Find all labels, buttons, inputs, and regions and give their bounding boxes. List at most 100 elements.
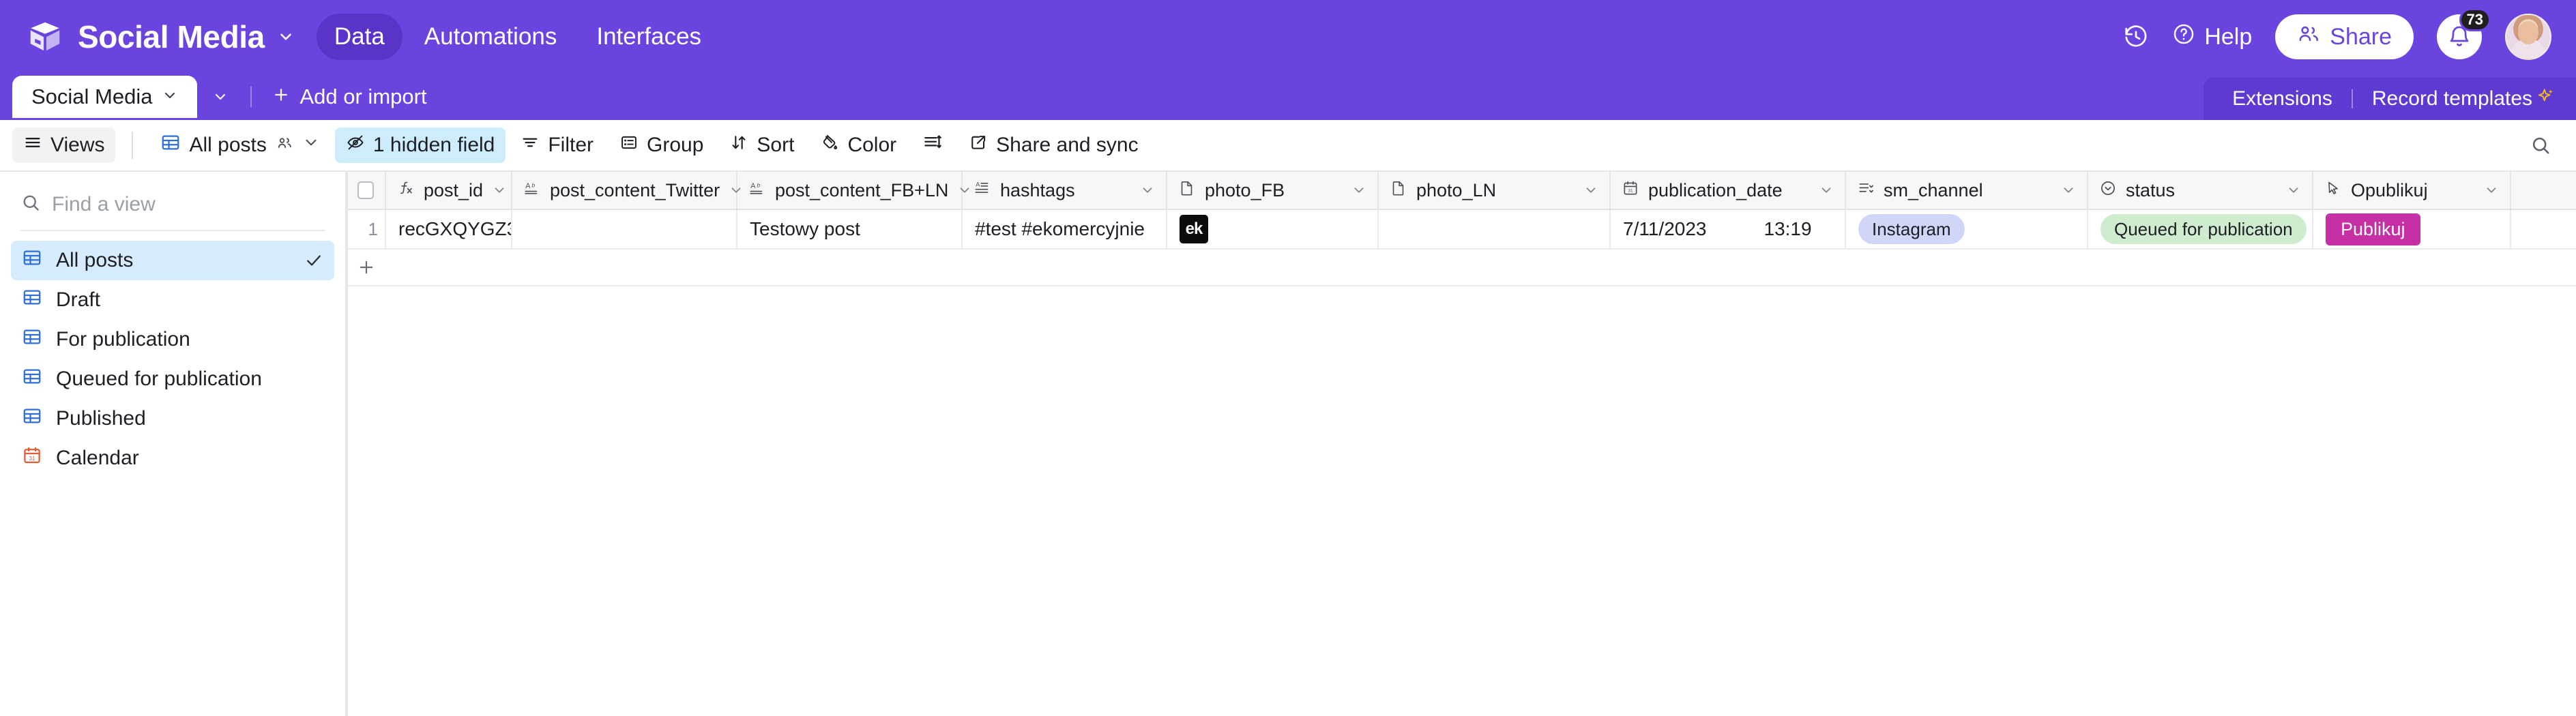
record-templates-button[interactable]: Record templates	[2372, 86, 2556, 112]
app-bar-actions: Help Share 73	[2123, 8, 2551, 60]
chevron-down-icon[interactable]	[2061, 183, 2076, 198]
status-badge: Queued for publication	[2101, 213, 2307, 245]
views-label: Views	[50, 134, 105, 156]
column-header-label: photo_FB	[1205, 179, 1285, 200]
tab-data[interactable]: Data	[316, 14, 402, 60]
column-header-photo-ln[interactable]: photo_LN	[1379, 172, 1611, 209]
column-header-post-id[interactable]: post_id	[386, 172, 512, 209]
table-list-chevron-down-icon[interactable]	[197, 76, 244, 118]
column-header-label: post_content_FB+LN	[775, 179, 949, 200]
column-header-label: sm_channel	[1884, 179, 1983, 200]
svg-text:31: 31	[29, 456, 35, 462]
svg-text:A: A	[750, 182, 756, 190]
sidebar-item-all-posts[interactable]: All posts	[11, 241, 334, 280]
column-header-sm-channel[interactable]: sm_channel	[1846, 172, 2088, 209]
chevron-down-icon[interactable]	[1583, 183, 1598, 198]
history-clock-icon[interactable]	[2123, 24, 2149, 50]
column-header-photo-fb[interactable]: photo_FB	[1167, 172, 1379, 209]
group-button[interactable]: Group	[609, 128, 714, 163]
column-header-label: hashtags	[1000, 179, 1075, 200]
extensions-button[interactable]: Extensions	[2232, 87, 2332, 110]
grid-left-border	[347, 172, 348, 716]
sidebar-item-for-publication[interactable]: For publication	[11, 320, 334, 359]
formula-fx-icon	[397, 179, 415, 202]
table-row[interactable]: 1 recGXQYGZ3... Testowy post #test #ekom…	[347, 210, 2576, 250]
sidebar-item-label: Published	[56, 407, 146, 430]
grid-table-icon	[22, 406, 42, 432]
table-tab-social-media[interactable]: Social Media	[12, 76, 198, 118]
table-tab-chevron-down-icon[interactable]	[162, 85, 178, 109]
plus-icon[interactable]	[347, 258, 386, 277]
filter-button[interactable]: Filter	[510, 128, 604, 163]
column-header-publication-date[interactable]: 31 publication_date	[1611, 172, 1846, 209]
strip-right-divider	[2351, 89, 2353, 108]
base-chevron-down-icon[interactable]	[277, 28, 295, 46]
color-button[interactable]: Color	[809, 128, 907, 163]
user-avatar[interactable]	[2505, 14, 2551, 60]
sidebar-item-draft[interactable]: Draft	[11, 280, 334, 320]
chevron-down-icon[interactable]	[492, 183, 507, 198]
long-text-icon: A	[974, 179, 991, 202]
search-icon[interactable]	[2523, 134, 2558, 156]
sort-button[interactable]: Sort	[718, 128, 805, 163]
chevron-down-icon[interactable]	[2484, 183, 2499, 198]
filter-icon	[521, 133, 540, 158]
views-button[interactable]: Views	[12, 128, 116, 163]
sidebar-item-published[interactable]: Published	[11, 399, 334, 438]
check-icon	[304, 251, 323, 270]
select-all-checkbox[interactable]	[347, 172, 386, 209]
cell-photo-ln[interactable]	[1379, 210, 1611, 248]
view-toolbar: Views All posts 1 hidden field Filter Gr…	[0, 120, 2576, 172]
hidden-fields-button[interactable]: 1 hidden field	[334, 128, 506, 163]
sidebar-item-label: Draft	[56, 288, 101, 311]
hamburger-icon	[23, 133, 42, 158]
chevron-down-icon[interactable]	[1140, 183, 1155, 198]
cell-hashtags[interactable]: #test #ekomercyjnie	[963, 210, 1167, 248]
chevron-down-icon[interactable]	[1819, 183, 1834, 198]
row-height-button[interactable]	[911, 128, 954, 163]
cell-post-content-fb-ln[interactable]: Testowy post	[737, 210, 963, 248]
chevron-down-icon[interactable]	[2286, 183, 2301, 198]
svg-text:31: 31	[1628, 188, 1633, 193]
hidden-fields-label: 1 hidden field	[372, 134, 495, 156]
column-header-opublikuj[interactable]: Opublikuj	[2313, 172, 2511, 209]
sidebar-item-queued-for-publication[interactable]: Queued for publication	[11, 359, 334, 399]
cell-photo-fb[interactable]: ek	[1167, 210, 1379, 248]
cell-sm-channel[interactable]: Instagram	[1846, 210, 2088, 248]
add-record-row[interactable]	[347, 250, 2576, 286]
tab-interfaces[interactable]: Interfaces	[579, 14, 719, 60]
color-label: Color	[847, 134, 897, 156]
sidebar-item-calendar[interactable]: 31 Calendar	[11, 438, 334, 478]
column-header-status[interactable]: status	[2088, 172, 2313, 209]
current-view-button[interactable]: All posts	[149, 128, 330, 163]
column-header-post-content-fb-ln[interactable]: Ab post_content_FB+LN	[737, 172, 969, 209]
single-select-icon	[2099, 179, 2117, 202]
add-or-import-button[interactable]: Add or import	[259, 76, 440, 118]
find-a-view-input[interactable]	[52, 192, 325, 216]
column-header-hashtags[interactable]: A hashtags	[963, 172, 1167, 209]
share-button[interactable]: Share	[2275, 14, 2414, 59]
sort-label: Sort	[757, 134, 795, 156]
publication-time-value: 13:19	[1763, 218, 1812, 239]
table-tab-label: Social Media	[31, 85, 153, 108]
help-button[interactable]: Help	[2172, 23, 2252, 52]
publikuj-button[interactable]: Publikuj	[2326, 213, 2420, 245]
cell-post-id[interactable]: recGXQYGZ3...	[386, 210, 512, 248]
cell-status[interactable]: Queued for publication	[2088, 210, 2313, 248]
chevron-down-icon[interactable]	[1351, 183, 1366, 198]
publication-date-value: 7/11/2023	[1623, 218, 1707, 239]
cell-opublikuj[interactable]: Publikuj	[2313, 210, 2511, 248]
grid-table-icon	[22, 366, 42, 392]
cell-post-content-twitter[interactable]	[512, 210, 737, 248]
tab-automations[interactable]: Automations	[407, 14, 575, 60]
view-chevron-down-icon[interactable]	[302, 134, 320, 157]
group-label: Group	[647, 134, 704, 156]
cell-publication-date[interactable]: 7/11/2023 13:19	[1611, 210, 1846, 248]
photo-thumbnail[interactable]: ek	[1180, 215, 1208, 243]
column-header-post-content-twitter[interactable]: Ab post_content_Twitter	[512, 172, 741, 209]
channel-tag: Instagram	[1858, 213, 1965, 245]
grid-table-icon	[22, 287, 42, 313]
find-a-view-search[interactable]	[11, 187, 334, 230]
share-and-sync-button[interactable]: Share and sync	[958, 128, 1149, 163]
toolbar-divider	[132, 132, 134, 159]
